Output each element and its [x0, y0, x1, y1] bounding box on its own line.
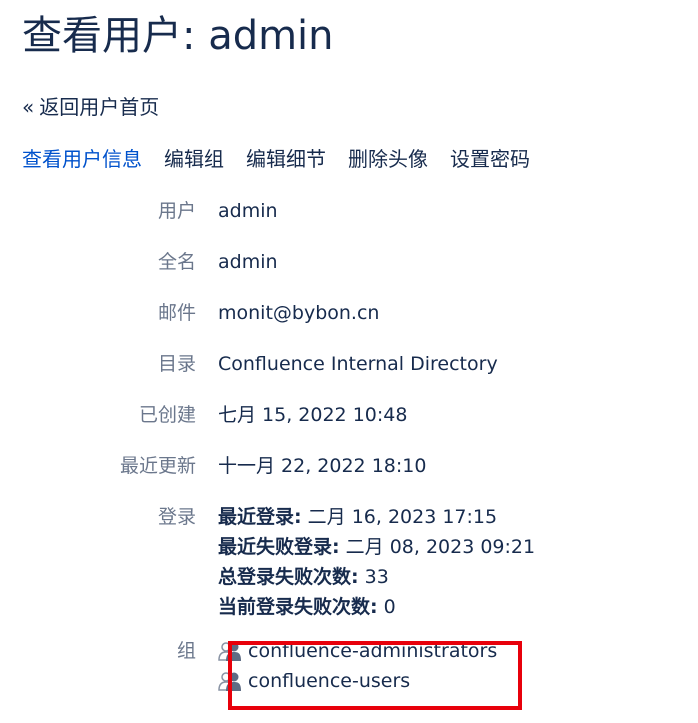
groups-label: 组	[176, 640, 196, 662]
login-info: 最近登录: 二月 16, 2023 17:15 最近失败登录: 二月 08, 2…	[218, 502, 535, 622]
page-title: 查看用户: admin	[22, 13, 334, 59]
created-label: 已创建	[138, 404, 196, 426]
username-label: 用户	[157, 200, 196, 222]
user-tabs: 查看用户信息 编辑组 编辑细节 删除头像 设置密码	[22, 145, 530, 173]
last-failed-login-line: 最近失败登录: 二月 08, 2023 09:21	[218, 532, 535, 562]
current-failed-label: 当前登录失败次数:	[218, 596, 378, 618]
total-failed-label: 总登录失败次数:	[218, 566, 359, 588]
last-login-line: 最近登录: 二月 16, 2023 17:15	[218, 502, 535, 532]
directory-value: Confluence Internal Directory	[218, 353, 498, 375]
back-arrow-icon: «	[22, 95, 35, 119]
back-to-users-link[interactable]: «返回用户首页	[22, 93, 159, 121]
back-link-label: 返回用户首页	[39, 95, 160, 119]
directory-label: 目录	[157, 353, 196, 375]
groups-highlight-box	[228, 641, 522, 710]
tab-delete-avatar[interactable]: 删除头像	[348, 145, 428, 173]
last-login-value: 二月 16, 2023 17:15	[301, 506, 498, 528]
tab-edit-groups[interactable]: 编辑组	[164, 145, 224, 173]
current-failed-line: 当前登录失败次数: 0	[218, 592, 535, 622]
total-failed-line: 总登录失败次数: 33	[218, 562, 535, 592]
fullname-label: 全名	[157, 251, 196, 273]
tab-view-user-info[interactable]: 查看用户信息	[22, 145, 142, 173]
directory-row: 目录 Confluence Internal Directory	[0, 349, 698, 379]
updated-row: 最近更新 十一月 22, 2022 18:10	[0, 451, 698, 481]
email-label: 邮件	[157, 302, 196, 324]
current-failed-value: 0	[377, 596, 396, 618]
updated-label: 最近更新	[119, 455, 196, 477]
updated-value: 十一月 22, 2022 18:10	[218, 455, 427, 477]
tab-set-password[interactable]: 设置密码	[450, 145, 530, 173]
user-details: 用户 admin 全名 admin 邮件 monit@bybon.cn 目录 C…	[0, 196, 698, 717]
login-row: 登录 最近登录: 二月 16, 2023 17:15 最近失败登录: 二月 08…	[0, 502, 698, 622]
last-login-label: 最近登录:	[218, 506, 302, 528]
fullname-row: 全名 admin	[0, 247, 698, 277]
tab-edit-details[interactable]: 编辑细节	[246, 145, 326, 173]
username-value: admin	[218, 200, 278, 222]
created-row: 已创建 七月 15, 2022 10:48	[0, 400, 698, 430]
login-label: 登录	[157, 506, 196, 528]
fullname-value: admin	[218, 251, 278, 273]
total-failed-value: 33	[358, 566, 389, 588]
last-failed-login-value: 二月 08, 2023 09:21	[339, 536, 536, 558]
last-failed-login-label: 最近失败登录:	[218, 536, 340, 558]
email-row: 邮件 monit@bybon.cn	[0, 298, 698, 328]
username-row: 用户 admin	[0, 196, 698, 226]
email-value: monit@bybon.cn	[218, 302, 380, 324]
created-value: 七月 15, 2022 10:48	[218, 404, 408, 426]
